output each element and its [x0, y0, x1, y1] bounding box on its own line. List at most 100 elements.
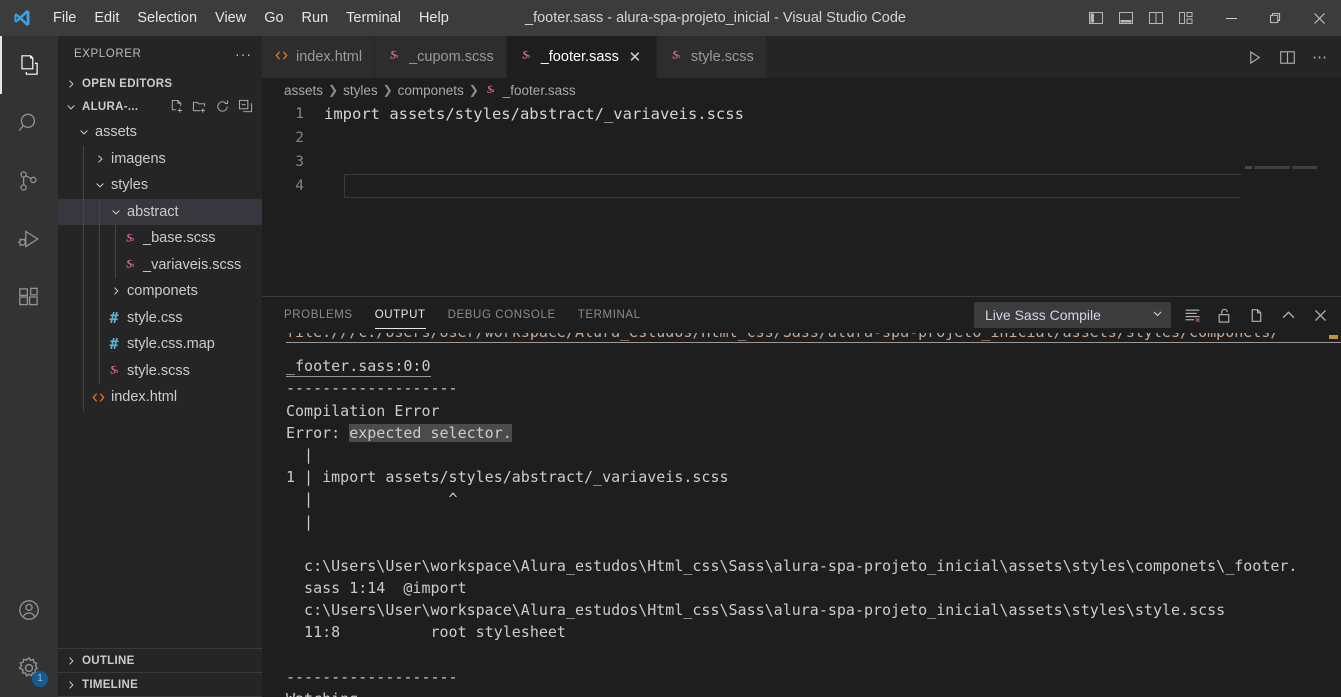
title-bar-right [1085, 0, 1341, 36]
minimap[interactable] [1241, 102, 1341, 296]
breadcrumb-item-footer-sass[interactable]: _footer.sass [503, 83, 576, 98]
vscode-logo-icon [0, 8, 44, 28]
toggle-secondary-sidebar-icon[interactable] [1145, 7, 1167, 29]
activity-item-manage[interactable]: 1 [0, 639, 58, 697]
tree-row-base-scss[interactable]: _base.scss [58, 225, 262, 252]
toggle-panel-icon[interactable] [1115, 7, 1137, 29]
file-tree[interactable]: assets imagens styles abstract _base.scs… [58, 118, 262, 648]
collapse-folders-icon[interactable] [236, 98, 254, 116]
menu-terminal[interactable]: Terminal [337, 6, 410, 30]
clear-output-icon[interactable] [1181, 304, 1203, 326]
section-outline-label: OUTLINE [82, 654, 135, 667]
tree-row-styles[interactable]: styles [58, 172, 262, 199]
sass-file-icon [484, 83, 498, 97]
menu-selection[interactable]: Selection [128, 6, 206, 30]
split-editor-icon[interactable] [1277, 47, 1297, 67]
menu-bar[interactable]: File Edit Selection View Go Run Terminal… [44, 6, 458, 30]
chevron-down-icon [92, 179, 108, 191]
output-line-path-clipped[interactable]: file:///c:/Users/User/workspace/Alura_es… [286, 333, 1341, 344]
tree-row-variaveis-scss[interactable]: _variaveis.scss [58, 251, 262, 278]
output-line-bar: | [286, 445, 314, 464]
explorer-title: EXPLORER [74, 48, 142, 60]
output-line-stack-pos-2: 11:8 root stylesheet [286, 623, 566, 642]
output-line-bar-2: | [286, 512, 314, 531]
new-file-icon[interactable] [167, 98, 185, 116]
tree-row-imagens[interactable]: imagens [58, 145, 262, 172]
breadcrumb-item-styles[interactable]: styles [343, 83, 378, 98]
explorer-more-actions-icon[interactable]: ··· [235, 46, 252, 62]
menu-help[interactable]: Help [410, 6, 458, 30]
activity-item-run-debug[interactable] [0, 210, 58, 268]
code-editor[interactable]: 1 import assets/styles/abstract/_variave… [262, 102, 1341, 296]
section-timeline[interactable]: TIMELINE [58, 673, 262, 697]
tab-footer-sass[interactable]: _footer.sass ✕ [506, 36, 657, 78]
activity-bar: 1 [0, 36, 58, 697]
output-channel-select[interactable]: Live Sass Compile [974, 302, 1171, 328]
tree-label: style.css.map [127, 336, 215, 353]
panel-tab-output[interactable]: OUTPUT [374, 297, 426, 333]
tab-label: index.html [296, 49, 363, 65]
menu-edit[interactable]: Edit [85, 6, 128, 30]
activity-item-accounts[interactable] [0, 581, 58, 639]
window-close-button[interactable] [1297, 0, 1341, 36]
panel-tab-debug-console[interactable]: DEBUG CONSOLE [448, 297, 556, 333]
window-minimize-button[interactable] [1209, 0, 1253, 36]
close-panel-icon[interactable] [1309, 304, 1331, 326]
activity-item-source-control[interactable] [0, 152, 58, 210]
css-file-icon: # [109, 308, 119, 327]
tab-style-scss[interactable]: style.scss [656, 36, 767, 78]
output-scrollbar[interactable] [1327, 333, 1341, 697]
activity-item-explorer[interactable] [0, 36, 58, 94]
window-restore-button[interactable] [1253, 0, 1297, 36]
tree-row-style-css[interactable]: # style.css [58, 304, 262, 331]
menu-run[interactable]: Run [293, 6, 338, 30]
menu-go[interactable]: Go [255, 6, 292, 30]
output-content[interactable]: file:///c:/Users/User/workspace/Alura_es… [262, 333, 1341, 697]
section-outline[interactable]: OUTLINE [58, 649, 262, 673]
toggle-primary-sidebar-icon[interactable] [1085, 7, 1107, 29]
html-file-icon [88, 390, 108, 405]
breadcrumb[interactable]: assets ❯ styles ❯ componets ❯ _footer.sa… [262, 78, 1341, 102]
tree-row-index-html[interactable]: index.html [58, 384, 262, 411]
activity-item-search[interactable] [0, 94, 58, 152]
refresh-explorer-icon[interactable] [213, 98, 231, 116]
project-root-actions[interactable] [167, 98, 262, 116]
tree-row-assets[interactable]: assets [58, 119, 262, 146]
panel-tab-problems[interactable]: PROBLEMS [284, 297, 353, 333]
panel-tab-terminal[interactable]: TERMINAL [578, 297, 641, 333]
close-icon[interactable]: ✕ [626, 48, 644, 66]
activity-item-extensions[interactable] [0, 268, 58, 326]
tree-row-componets[interactable]: componets [58, 278, 262, 305]
run-icon[interactable] [1244, 47, 1264, 67]
editor-area: index.html _cupom.scss _footer.sass ✕ st… [262, 36, 1341, 697]
chevron-right-icon [108, 285, 124, 297]
breadcrumb-item-componets[interactable]: componets [398, 83, 464, 98]
tree-row-style-css-map[interactable]: # style.css.map [58, 331, 262, 358]
chevron-right-icon [63, 679, 79, 691]
menu-file[interactable]: File [44, 6, 85, 30]
new-window-icon[interactable] [1245, 304, 1267, 326]
maximize-panel-icon[interactable] [1277, 304, 1299, 326]
line-number: 4 [295, 178, 304, 194]
layout-controls[interactable] [1085, 7, 1209, 29]
more-actions-icon[interactable]: ⋯ [1310, 47, 1330, 67]
section-project-root[interactable]: ALURA-... [58, 95, 262, 118]
output-line-watching: Watching... [286, 688, 1341, 697]
tab-index-html[interactable]: index.html [262, 36, 376, 78]
output-line-file-location[interactable]: _footer.sass:0:0 [286, 355, 431, 378]
minimap-content [1245, 166, 1317, 169]
menu-view[interactable]: View [206, 6, 255, 30]
customize-layout-icon[interactable] [1175, 7, 1197, 29]
panel-actions[interactable]: Live Sass Compile [974, 302, 1341, 328]
tree-row-abstract[interactable]: abstract [58, 198, 262, 225]
breadcrumb-item-assets[interactable]: assets [284, 83, 323, 98]
editor-toolbar[interactable]: ⋯ [1233, 36, 1341, 78]
new-folder-icon[interactable] [190, 98, 208, 116]
section-open-editors-label: OPEN EDITORS [82, 77, 173, 90]
tab-cupom-scss[interactable]: _cupom.scss [375, 36, 507, 78]
tree-row-style-scss[interactable]: style.scss [58, 357, 262, 384]
sass-file-icon [120, 257, 140, 272]
unlock-panel-icon[interactable] [1213, 304, 1235, 326]
html-file-icon [274, 48, 289, 67]
section-open-editors[interactable]: OPEN EDITORS [58, 72, 262, 95]
